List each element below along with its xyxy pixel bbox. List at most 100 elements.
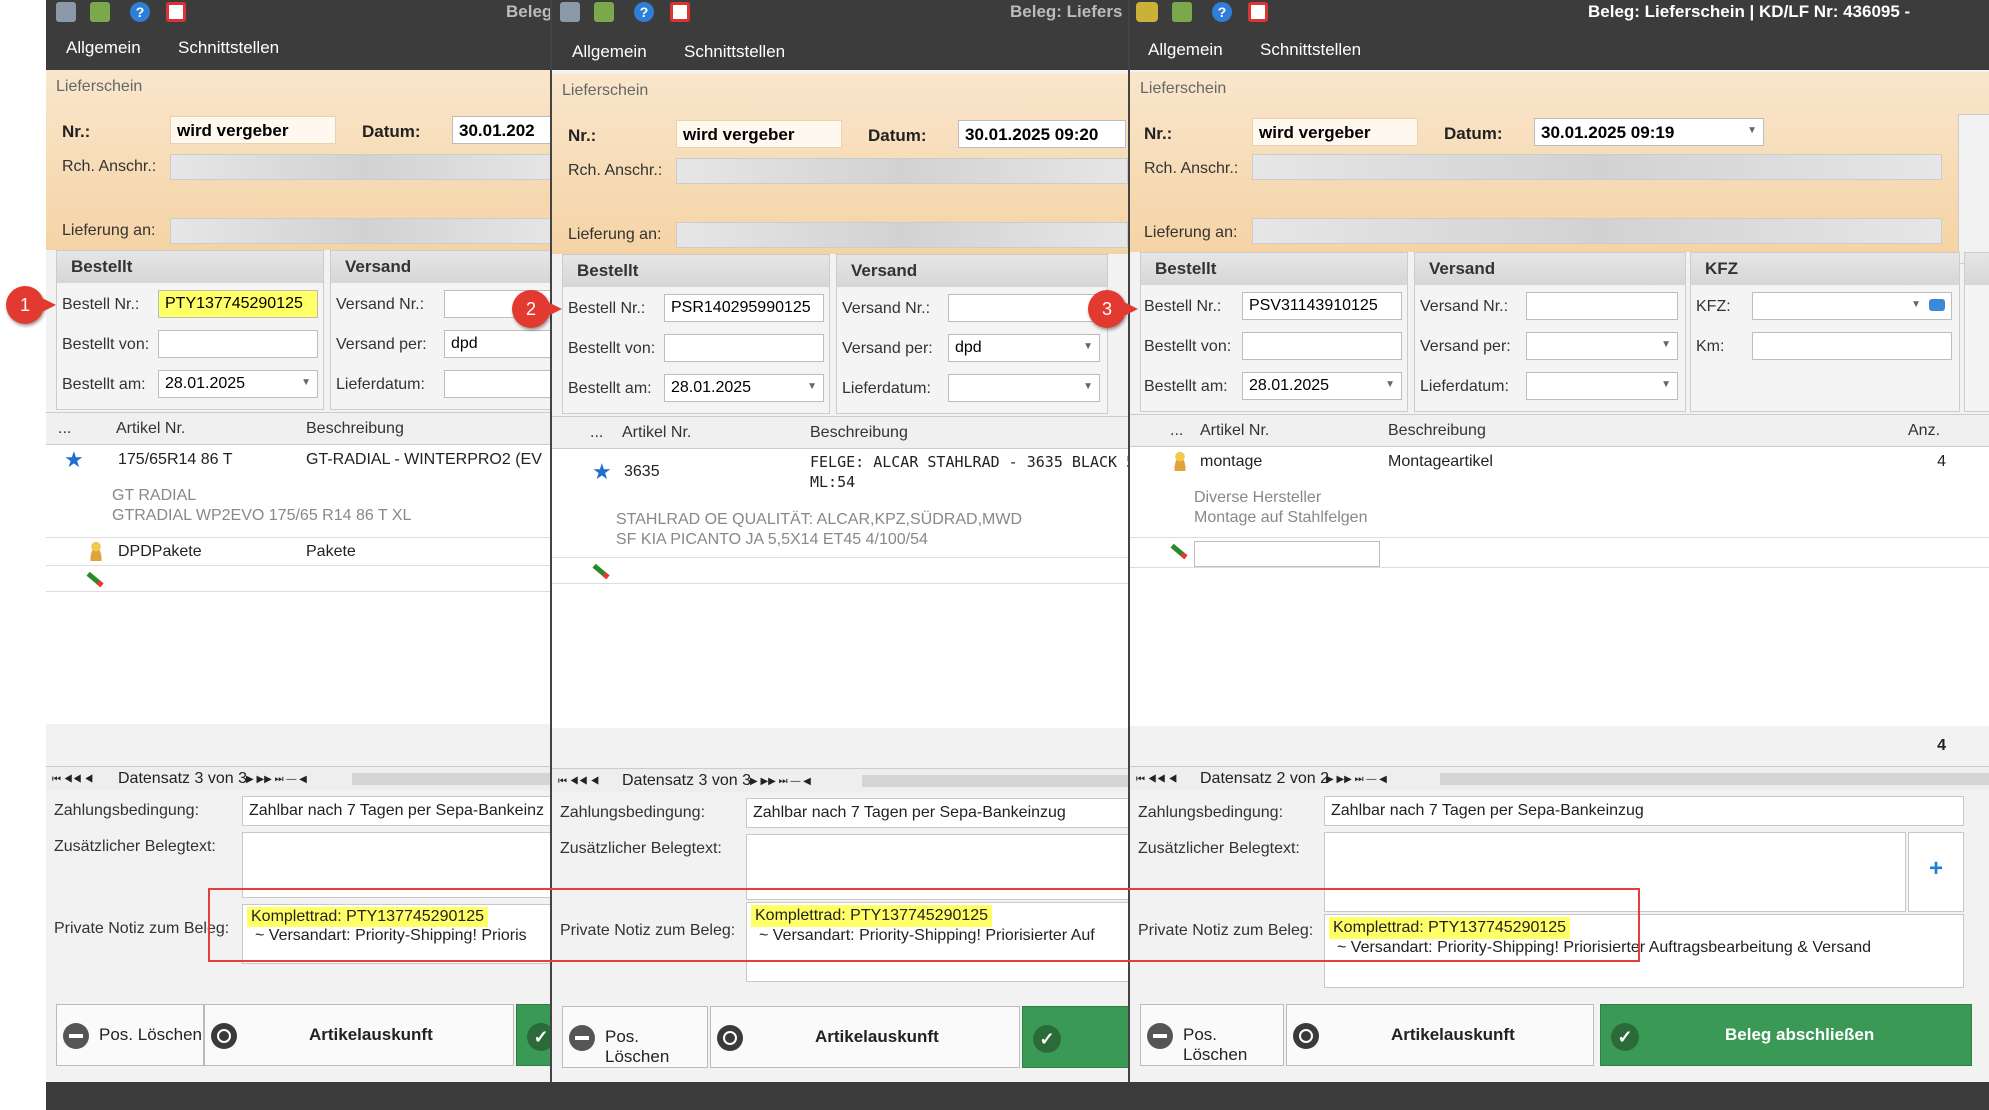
menu-schnittstellen[interactable]: Schnittstellen	[684, 42, 785, 62]
nav-first-icon[interactable]: ⏮ ◀◀ ◀	[558, 776, 599, 787]
dropdown-icon[interactable]: ▼	[1661, 379, 1671, 390]
bestell-nr-field[interactable]: PTY137745290125	[158, 290, 318, 318]
row1-beschreibung[interactable]: FELGE: ALCAR STAHLRAD - 3635 BLACK 5	[810, 453, 1128, 471]
col-beschreibung[interactable]: Beschreibung	[1388, 422, 1486, 440]
nr-field[interactable]: wird vergeber	[170, 116, 336, 144]
col-anz[interactable]: Anz.	[1908, 422, 1940, 440]
scrollbar[interactable]	[862, 775, 1128, 787]
kfz-field[interactable]: ▼	[1752, 292, 1952, 320]
datum-field[interactable]: 30.01.2025 09:20	[958, 120, 1126, 148]
pos-loeschen-button[interactable]: Pos. Löschen	[1140, 1004, 1284, 1066]
pos-loeschen-button[interactable]: Pos. Löschen	[562, 1006, 708, 1068]
lieferung-field[interactable]	[1252, 218, 1942, 244]
car-icon[interactable]	[1929, 299, 1945, 311]
dropdown-icon[interactable]: ▼	[1083, 341, 1093, 352]
abschliessen-button[interactable]: ✓ Beleg abschließen	[1600, 1004, 1972, 1066]
dropdown-icon[interactable]: ▼	[1385, 379, 1395, 390]
lieferung-field[interactable]	[676, 222, 1128, 248]
zahlung-field[interactable]: Zahlbar nach 7 Tagen per Sepa-Bankeinz	[242, 796, 550, 826]
versand-per-field[interactable]: dpd ▼	[948, 334, 1100, 362]
menu-schnittstellen[interactable]: Schnittstellen	[1260, 40, 1361, 60]
artikelauskunft-button[interactable]: Artikelauskunft	[710, 1006, 1020, 1068]
zahlung-field[interactable]: Zahlbar nach 7 Tagen per Sepa-Bankeinzug	[1324, 796, 1964, 826]
col-artikel[interactable]: Artikel Nr.	[1200, 422, 1269, 440]
row1-beschreibung2[interactable]: ML:54	[810, 473, 855, 491]
abschliessen-button[interactable]: ✓	[1022, 1006, 1128, 1068]
add-icon[interactable]: +	[1908, 832, 1964, 912]
lieferdatum-field[interactable]: ▼	[948, 374, 1100, 402]
help-icon[interactable]: ?	[130, 2, 150, 22]
nr-field[interactable]: wird vergeber	[1252, 118, 1418, 146]
datum-field[interactable]: 30.01.2025 09:19 ▼	[1534, 118, 1764, 146]
dropdown-icon[interactable]: ▼	[1083, 381, 1093, 392]
row1-artikel[interactable]: 175/65R14 86 T	[118, 451, 232, 469]
bestellt-am-field[interactable]: 28.01.2025 ▼	[664, 374, 824, 402]
dots-icon[interactable]	[1136, 2, 1158, 22]
artikelauskunft-button[interactable]: Artikelauskunft	[204, 1004, 514, 1066]
medical-icon[interactable]	[166, 2, 186, 22]
row2-artikel[interactable]: DPDPakete	[118, 543, 202, 561]
rch-field[interactable]	[676, 158, 1128, 184]
scrollbar[interactable]	[352, 773, 550, 785]
help-icon[interactable]: ?	[1212, 2, 1232, 22]
col-dots[interactable]: ...	[1170, 422, 1183, 440]
row1-beschreibung[interactable]: GT-RADIAL - WINTERPRO2 (EV	[306, 451, 542, 469]
lieferdatum-field[interactable]	[444, 370, 550, 398]
mail-icon[interactable]	[56, 2, 76, 22]
versand-nr-field[interactable]	[948, 294, 1100, 322]
artikelauskunft-button[interactable]: Artikelauskunft	[1286, 1004, 1594, 1066]
dropdown-icon[interactable]: ▼	[1747, 125, 1757, 136]
rch-field[interactable]	[1252, 154, 1942, 180]
datum-field[interactable]: 30.01.202	[452, 116, 550, 144]
medical-icon[interactable]	[1248, 2, 1268, 22]
rch-field[interactable]	[170, 154, 550, 180]
people-icon[interactable]	[594, 2, 614, 22]
col-artikel[interactable]: Artikel Nr.	[116, 420, 185, 438]
row1-beschreibung[interactable]: Montageartikel	[1388, 453, 1493, 471]
col-artikel[interactable]: Artikel Nr.	[622, 424, 691, 442]
row2-beschreibung[interactable]: Pakete	[306, 543, 356, 561]
row1-artikel[interactable]: montage	[1200, 453, 1262, 471]
pos-loeschen-button[interactable]: Pos. Löschen	[56, 1004, 204, 1066]
bestellt-am-field[interactable]: 28.01.2025 ▼	[1242, 372, 1402, 400]
col-dots[interactable]: ...	[58, 420, 71, 438]
pencil-icon[interactable]	[1170, 543, 1188, 560]
col-beschreibung[interactable]: Beschreibung	[306, 420, 404, 438]
versand-nr-field[interactable]	[1526, 292, 1678, 320]
bestellt-von-field[interactable]	[1242, 332, 1402, 360]
mail-icon[interactable]	[560, 2, 580, 22]
bestellt-von-field[interactable]	[664, 334, 824, 362]
dropdown-icon[interactable]: ▼	[807, 381, 817, 392]
medical-icon[interactable]	[670, 2, 690, 22]
nav-first-icon[interactable]: ⏮ ◀◀ ◀	[52, 774, 93, 785]
bestellt-von-field[interactable]	[158, 330, 318, 358]
menu-allgemein[interactable]: Allgemein	[66, 38, 141, 58]
nr-field[interactable]: wird vergeber	[676, 120, 842, 148]
abschliessen-button[interactable]: ✓	[516, 1004, 550, 1066]
new-row-input[interactable]	[1194, 541, 1380, 567]
people-icon[interactable]	[90, 2, 110, 22]
bestellt-am-field[interactable]: 28.01.2025 ▼	[158, 370, 318, 398]
menu-schnittstellen[interactable]: Schnittstellen	[178, 38, 279, 58]
scrollbar[interactable]	[1440, 773, 1989, 785]
nav-first-icon[interactable]: ⏮ ◀◀ ◀	[1136, 774, 1177, 785]
pencil-icon[interactable]	[86, 571, 104, 588]
lieferung-field[interactable]	[170, 218, 550, 244]
km-field[interactable]	[1752, 332, 1952, 360]
dropdown-icon[interactable]: ▼	[1911, 299, 1921, 310]
bestell-nr-field[interactable]: PSR140295990125	[664, 294, 824, 322]
zahlung-field[interactable]: Zahlbar nach 7 Tagen per Sepa-Bankeinzug	[746, 798, 1128, 828]
nav-last-icon[interactable]: ▶ ▶▶ ⏭ — ◀	[246, 774, 307, 785]
row1-anz[interactable]: 4	[1916, 453, 1946, 471]
row1-artikel[interactable]: 3635	[624, 463, 660, 481]
versand-per-field[interactable]: dpd	[444, 330, 550, 358]
nav-last-icon[interactable]: ▶ ▶▶ ⏭ — ◀	[750, 776, 811, 787]
help-icon[interactable]: ?	[634, 2, 654, 22]
menu-allgemein[interactable]: Allgemein	[572, 42, 647, 62]
dropdown-icon[interactable]: ▼	[301, 377, 311, 388]
versand-per-field[interactable]: ▼	[1526, 332, 1678, 360]
bestell-nr-field[interactable]: PSV31143910125	[1242, 292, 1402, 320]
col-dots[interactable]: ...	[590, 424, 603, 442]
col-beschreibung[interactable]: Beschreibung	[810, 424, 908, 442]
people-icon[interactable]	[1172, 2, 1192, 22]
